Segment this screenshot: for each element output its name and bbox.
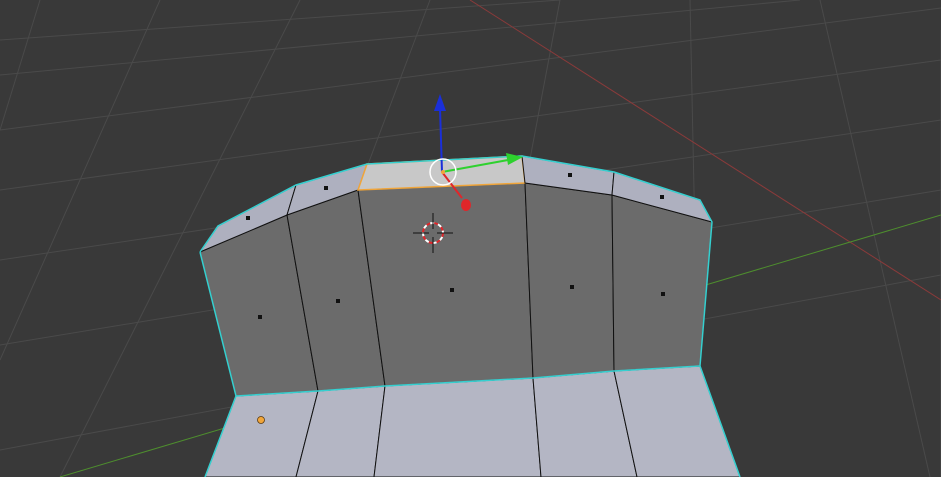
gizmo-z-arrow-icon[interactable] [434, 94, 446, 111]
viewport-scene[interactable] [0, 0, 941, 477]
grid-line [819, 0, 931, 477]
grid-line [0, 7, 941, 131]
face-dot[interactable] [258, 315, 262, 319]
grid-line [0, 0, 161, 361]
floor-face[interactable] [373, 377, 542, 477]
face-dot[interactable] [660, 195, 664, 199]
grid-line [0, 0, 41, 131]
3d-viewport[interactable] [0, 0, 941, 477]
gizmo-center-dot[interactable] [441, 170, 445, 174]
face-dot[interactable] [336, 299, 340, 303]
floor-face[interactable] [613, 365, 741, 477]
face-dot[interactable] [324, 186, 328, 190]
face-dot[interactable] [568, 173, 572, 177]
gizmo-x-arrow-icon[interactable] [461, 199, 471, 211]
wall-face[interactable] [611, 194, 713, 372]
face-dot[interactable] [570, 285, 574, 289]
wall-face[interactable] [524, 182, 615, 379]
face-dot[interactable] [246, 216, 250, 220]
object-origin-dot[interactable] [257, 416, 265, 424]
face-dot[interactable] [661, 292, 665, 296]
grid-line [0, 0, 561, 41]
wall-face[interactable] [357, 182, 534, 387]
face-dot[interactable] [450, 288, 454, 292]
